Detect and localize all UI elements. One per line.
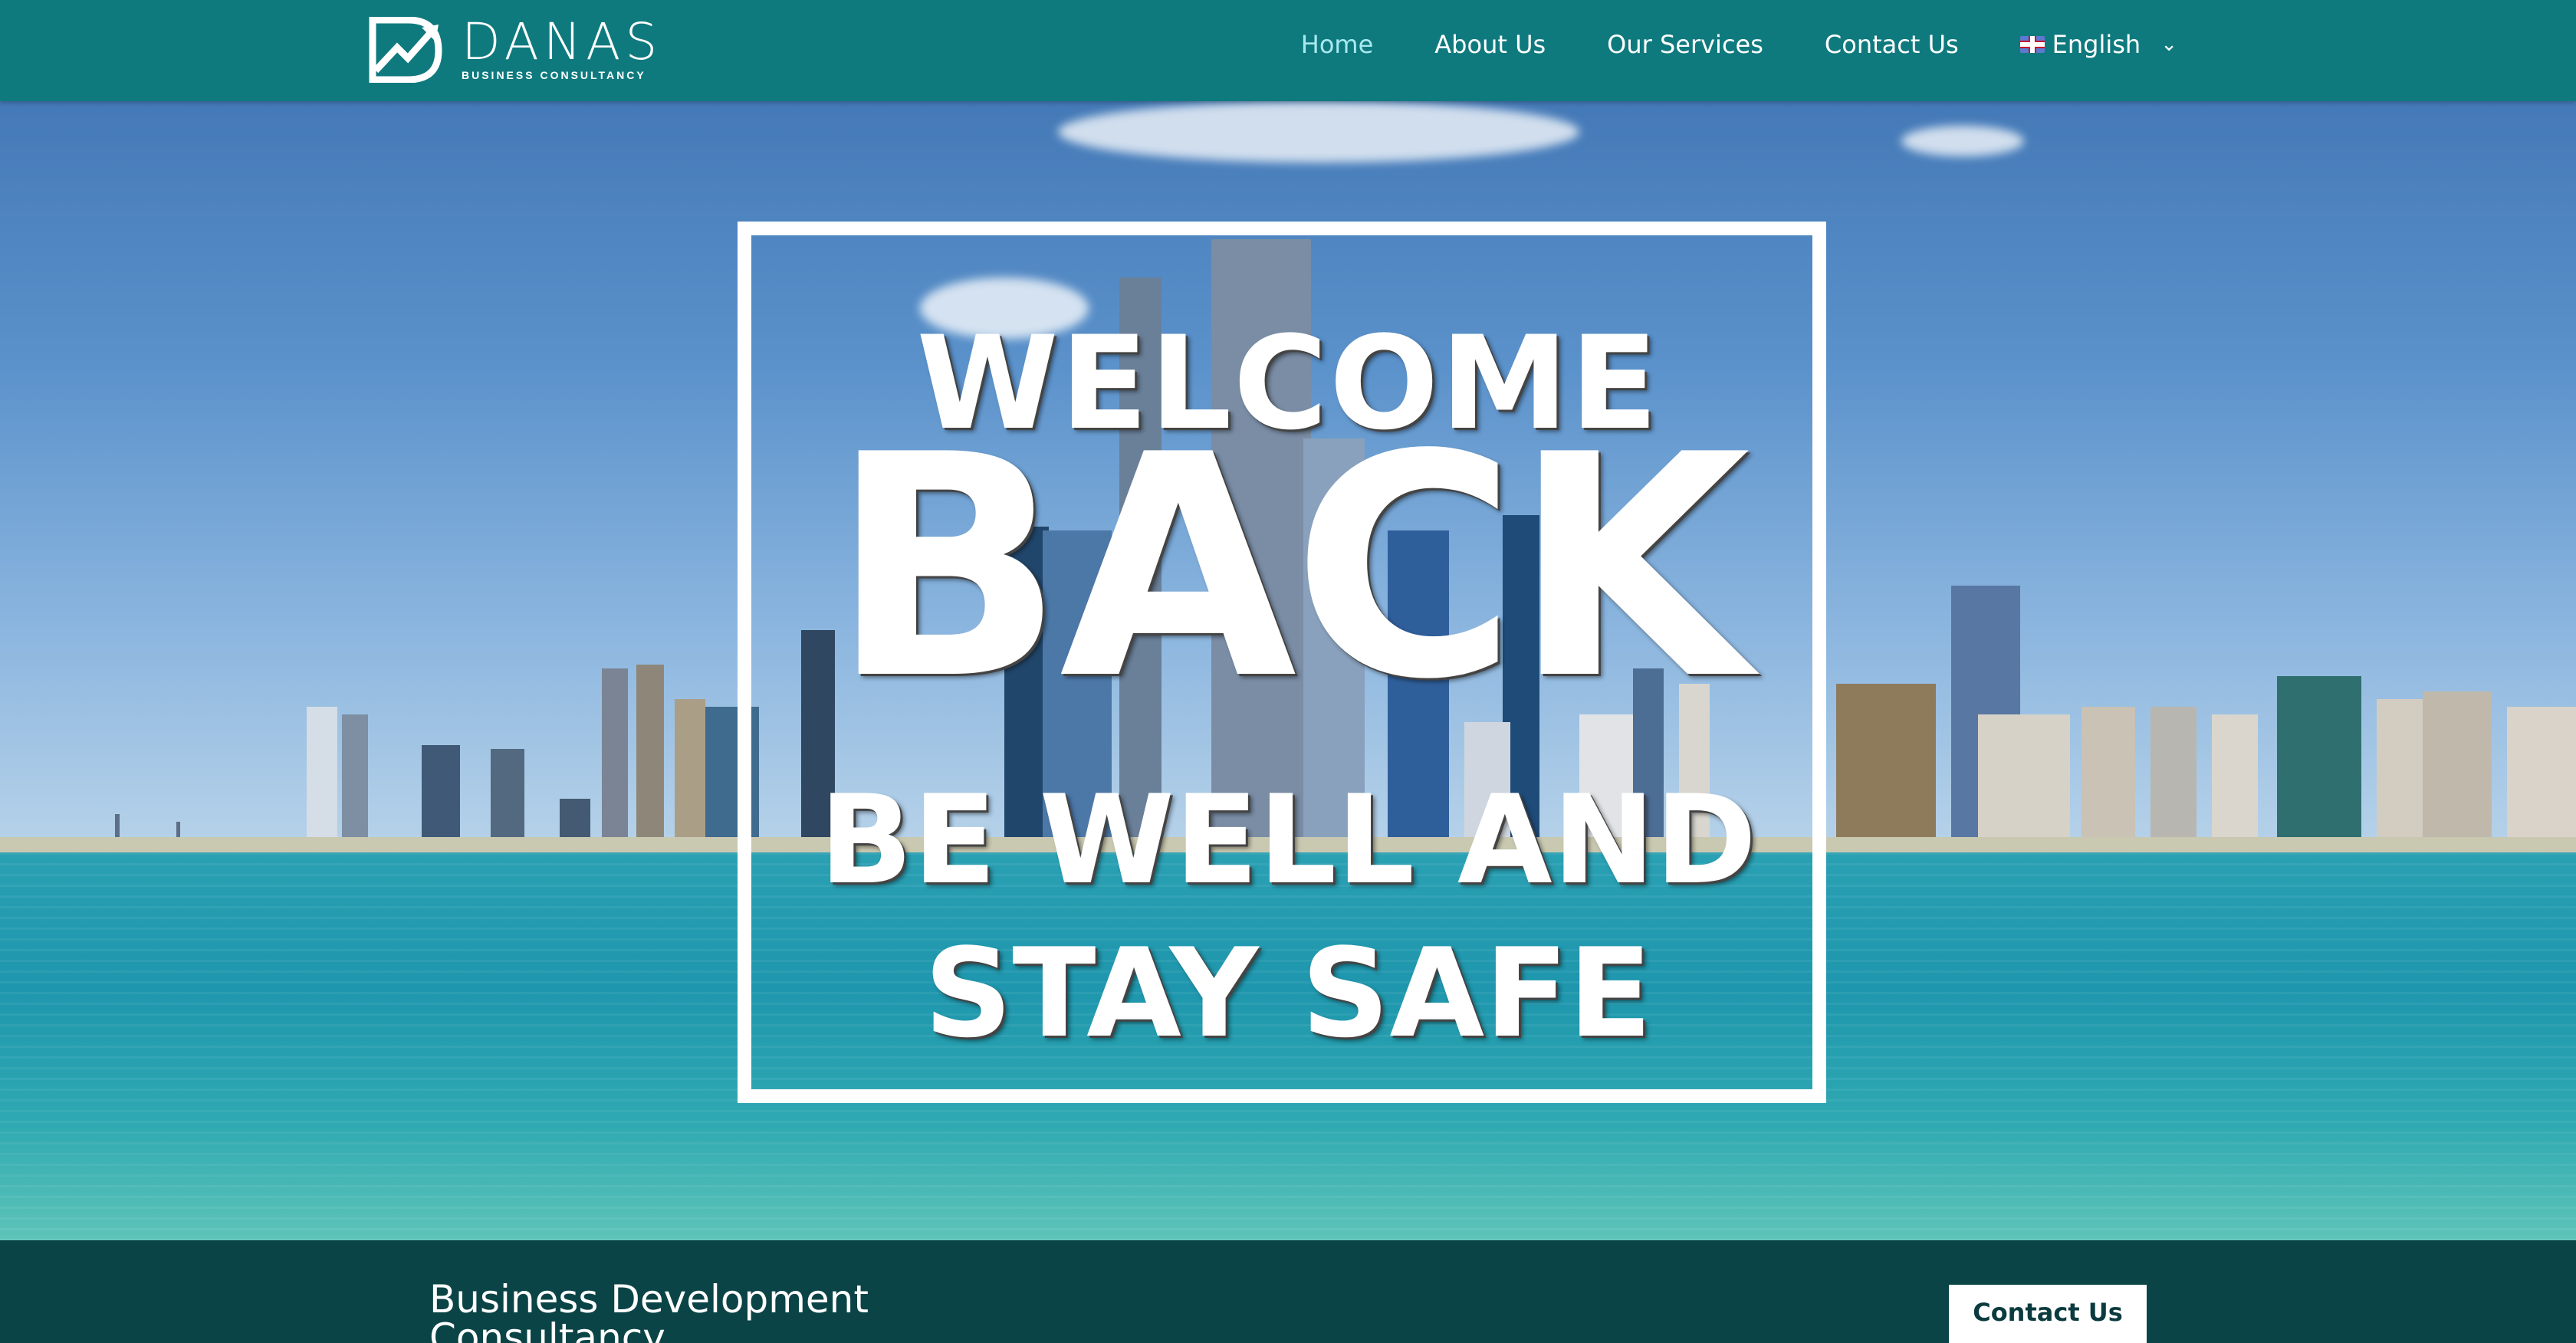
band-title: Business Development Consultancy — [429, 1277, 869, 1343]
language-label: English — [2052, 30, 2141, 59]
uk-flag-icon — [2019, 36, 2045, 53]
contact-us-button[interactable]: Contact Us — [1949, 1285, 2147, 1343]
main-nav: Home About Us Our Services Contact Us En… — [1240, 0, 2177, 89]
nav-home[interactable]: Home — [1301, 30, 1374, 59]
brand-tagline: BUSINESS CONSULTANCY — [462, 69, 646, 81]
site-header: DANAS BUSINESS CONSULTANCY Home About Us… — [0, 0, 2576, 101]
chevron-down-icon: ⌄ — [2160, 33, 2177, 56]
site-logo[interactable]: DANAS BUSINESS CONSULTANCY — [368, 17, 662, 83]
hero-slider: WELCOME BACK BE WELL AND STAY SAFE — [0, 101, 2576, 1240]
hero-line-stay-safe: STAY SAFE — [924, 921, 1652, 1065]
nav-our-services[interactable]: Our Services — [1607, 30, 1763, 59]
hero-line-back: BACK — [830, 390, 1750, 747]
intro-band: Business Development Consultancy Contact… — [0, 1240, 2576, 1343]
brand-name: DANAS — [462, 12, 662, 71]
language-selector[interactable]: English ⌄ — [2019, 30, 2177, 59]
nav-contact-us[interactable]: Contact Us — [1825, 30, 1959, 59]
nav-about-us[interactable]: About Us — [1434, 30, 1546, 59]
logo-chart-icon — [369, 17, 442, 83]
hero-line-be-well: BE WELL AND — [819, 768, 1757, 911]
